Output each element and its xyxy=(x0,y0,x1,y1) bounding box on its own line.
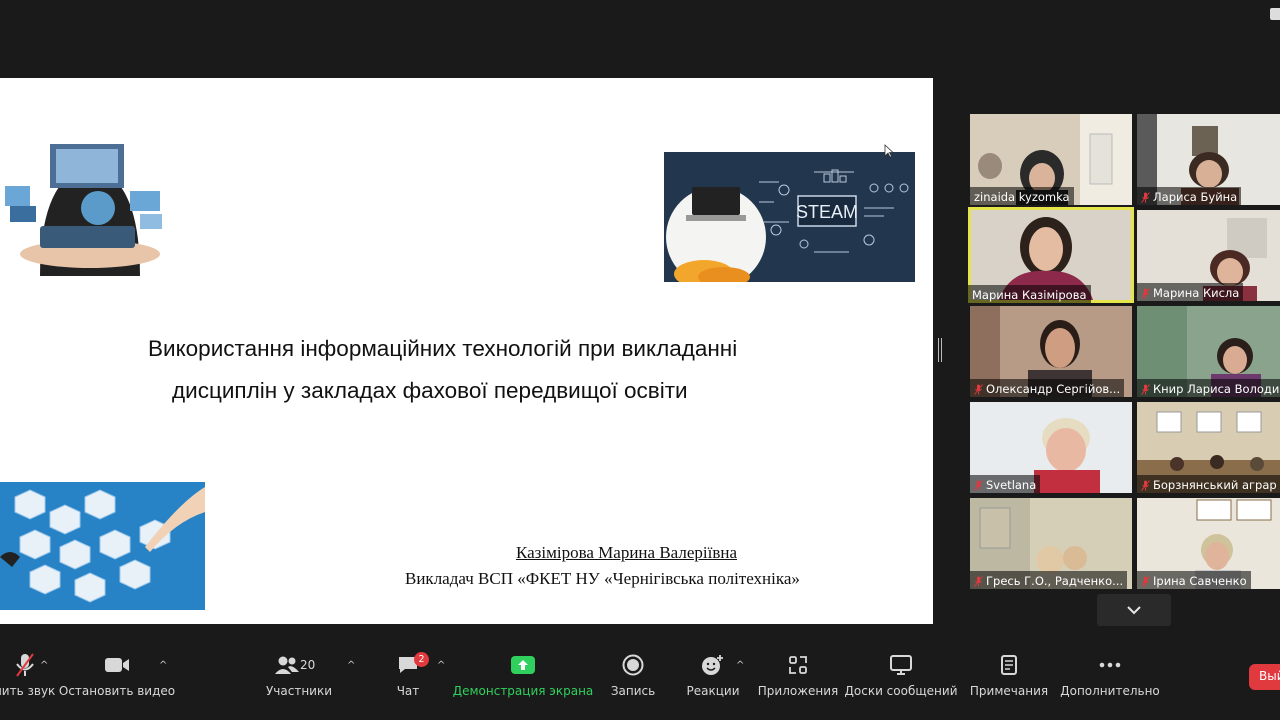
chat-options-caret-icon[interactable]: ^ xyxy=(437,660,445,671)
smiley-plus-icon xyxy=(701,650,725,680)
participant-tile[interactable]: Марина Кисла xyxy=(1137,210,1280,301)
participant-tile[interactable]: Гресь Г.О., Радченко... xyxy=(970,498,1132,589)
more-dots-icon xyxy=(1099,650,1121,680)
gallery-next-page-button[interactable] xyxy=(1097,594,1171,626)
whiteboard-icon xyxy=(890,650,912,680)
mouse-cursor-icon xyxy=(884,144,894,158)
participant-name-tag: Лариса Буйна xyxy=(1137,187,1242,205)
meeting-toolbar: чить звук ^ Остановить видео ^ 20 Участн… xyxy=(0,640,1280,720)
stop-video-label: Остановить видео xyxy=(58,684,176,698)
reactions-label: Реакции xyxy=(686,684,740,698)
muted-mic-icon xyxy=(974,383,983,395)
apps-icon xyxy=(788,650,808,680)
whiteboard-label: Доски сообщений xyxy=(844,684,958,698)
participant-name: Борзнянський аграр xyxy=(1153,478,1277,492)
chevron-down-icon xyxy=(1127,605,1141,614)
share-screen-icon xyxy=(511,650,535,680)
participant-tile[interactable]: Лариса Буйна xyxy=(1137,114,1280,205)
muted-mic-icon xyxy=(974,575,983,587)
slide-title: Використання інформаційних технологій пр… xyxy=(100,328,840,412)
participant-name-tag: Ірина Савченко xyxy=(1137,571,1251,589)
chat-button[interactable]: 2 Чат xyxy=(388,650,429,706)
tech-hands-image xyxy=(0,136,180,276)
participant-tile-active-speaker[interactable]: Марина Казімірова xyxy=(968,207,1134,303)
reactions-button[interactable]: Реакции xyxy=(686,650,740,706)
muted-mic-icon xyxy=(1141,191,1150,203)
participant-tile[interactable]: Книр Лариса Володи xyxy=(1137,306,1280,397)
apps-button[interactable]: Приложения xyxy=(757,650,839,706)
participant-name-tag: Борзнянський аграр xyxy=(1137,475,1280,493)
participant-name: Гресь Г.О., Радченко... xyxy=(986,574,1124,588)
participant-name-tag: Олександр Сергійов... xyxy=(970,379,1125,397)
record-button[interactable]: Запись xyxy=(607,650,659,706)
participant-name-tag: Svetlana xyxy=(970,475,1041,493)
zoom-meeting-window: STEAM Використання інформаційних техноло… xyxy=(0,0,1280,720)
notes-icon xyxy=(1000,650,1018,680)
participants-label: Участники xyxy=(265,684,333,698)
participant-name: Svetlana xyxy=(986,478,1037,492)
participant-name: Олександр Сергійов... xyxy=(986,382,1121,396)
muted-mic-icon xyxy=(15,650,35,680)
muted-mic-icon xyxy=(1141,575,1150,587)
participant-name-tag: Книр Лариса Володи xyxy=(1137,379,1280,397)
slide-title-line-2: дисциплін у закладах фахової передвищої … xyxy=(172,378,688,403)
notes-label: Примечания xyxy=(969,684,1049,698)
whiteboard-button[interactable]: Доски сообщений xyxy=(845,650,958,706)
muted-mic-icon xyxy=(1141,287,1150,299)
participant-tile[interactable]: Борзнянський аграр xyxy=(1137,402,1280,493)
share-screen-button[interactable]: Демонстрация экрана xyxy=(453,650,593,706)
muted-mic-icon xyxy=(1141,383,1150,395)
slide-title-line-1: Використання інформаційних технологій пр… xyxy=(148,336,738,361)
reactions-options-caret-icon[interactable]: ^ xyxy=(736,660,744,671)
share-screen-label: Демонстрация экрана xyxy=(452,684,594,698)
audio-options-caret-icon[interactable]: ^ xyxy=(40,660,48,671)
split-view-divider[interactable] xyxy=(938,338,942,362)
steam-label: STEAM xyxy=(796,202,858,222)
participants-icon: 20 xyxy=(269,650,329,680)
end-meeting-button[interactable]: Вый xyxy=(1249,664,1280,690)
participant-name: Марина Казімірова xyxy=(972,288,1087,302)
chat-bubble-icon: 2 xyxy=(397,650,429,680)
author-name: Казімірова Марина Валеріївна xyxy=(516,543,738,562)
chat-label: Чат xyxy=(396,684,420,698)
steam-image: STEAM xyxy=(664,152,915,282)
video-options-caret-icon[interactable]: ^ xyxy=(159,660,167,671)
participant-tile[interactable]: Svetlana xyxy=(970,402,1132,493)
author-role: Викладач ВСП «ФКЕТ НУ «Чернігівська полі… xyxy=(405,569,800,588)
record-label: Запись xyxy=(610,684,656,698)
shared-slide: STEAM Використання інформаційних техноло… xyxy=(0,78,933,624)
muted-mic-icon xyxy=(974,479,983,491)
more-label: Дополнительно xyxy=(1060,684,1160,698)
unmute-label: чить звук xyxy=(0,684,56,698)
participant-tile[interactable]: Ірина Савченко xyxy=(1137,498,1280,589)
notes-button[interactable]: Примечания xyxy=(969,650,1049,706)
participants-options-caret-icon[interactable]: ^ xyxy=(347,660,355,671)
participant-tile[interactable]: Олександр Сергійов... xyxy=(970,306,1132,397)
participant-name: Ірина Савченко xyxy=(1153,574,1247,588)
stop-video-button[interactable]: Остановить видео xyxy=(59,650,175,706)
video-camera-icon xyxy=(104,650,130,680)
participant-tile[interactable]: zinaida kyzomka xyxy=(970,114,1132,205)
participant-name: Лариса Буйна xyxy=(1153,190,1238,204)
chat-unread-badge: 2 xyxy=(414,652,429,667)
participant-name: Марина Кисла xyxy=(1153,286,1240,300)
participant-name-tag: Марина Казімірова xyxy=(968,285,1091,303)
participant-name: Книр Лариса Володи xyxy=(1153,382,1280,396)
muted-mic-icon xyxy=(1141,479,1150,491)
participants-button[interactable]: 20 Участники xyxy=(265,650,333,706)
participant-name-tag: zinaida kyzomka xyxy=(970,187,1074,205)
more-button[interactable]: Дополнительно xyxy=(1060,650,1160,706)
participant-name: zinaida kyzomka xyxy=(974,190,1070,204)
participant-name-tag: Гресь Г.О., Радченко... xyxy=(970,571,1128,589)
participants-count: 20 xyxy=(300,658,316,672)
apps-label: Приложения xyxy=(757,684,839,698)
unmute-button[interactable]: чить звук xyxy=(0,650,56,706)
participant-name-tag: Марина Кисла xyxy=(1137,283,1244,301)
record-icon xyxy=(622,650,644,680)
view-options-handle[interactable] xyxy=(1270,8,1280,20)
network-hand-image xyxy=(0,482,205,610)
